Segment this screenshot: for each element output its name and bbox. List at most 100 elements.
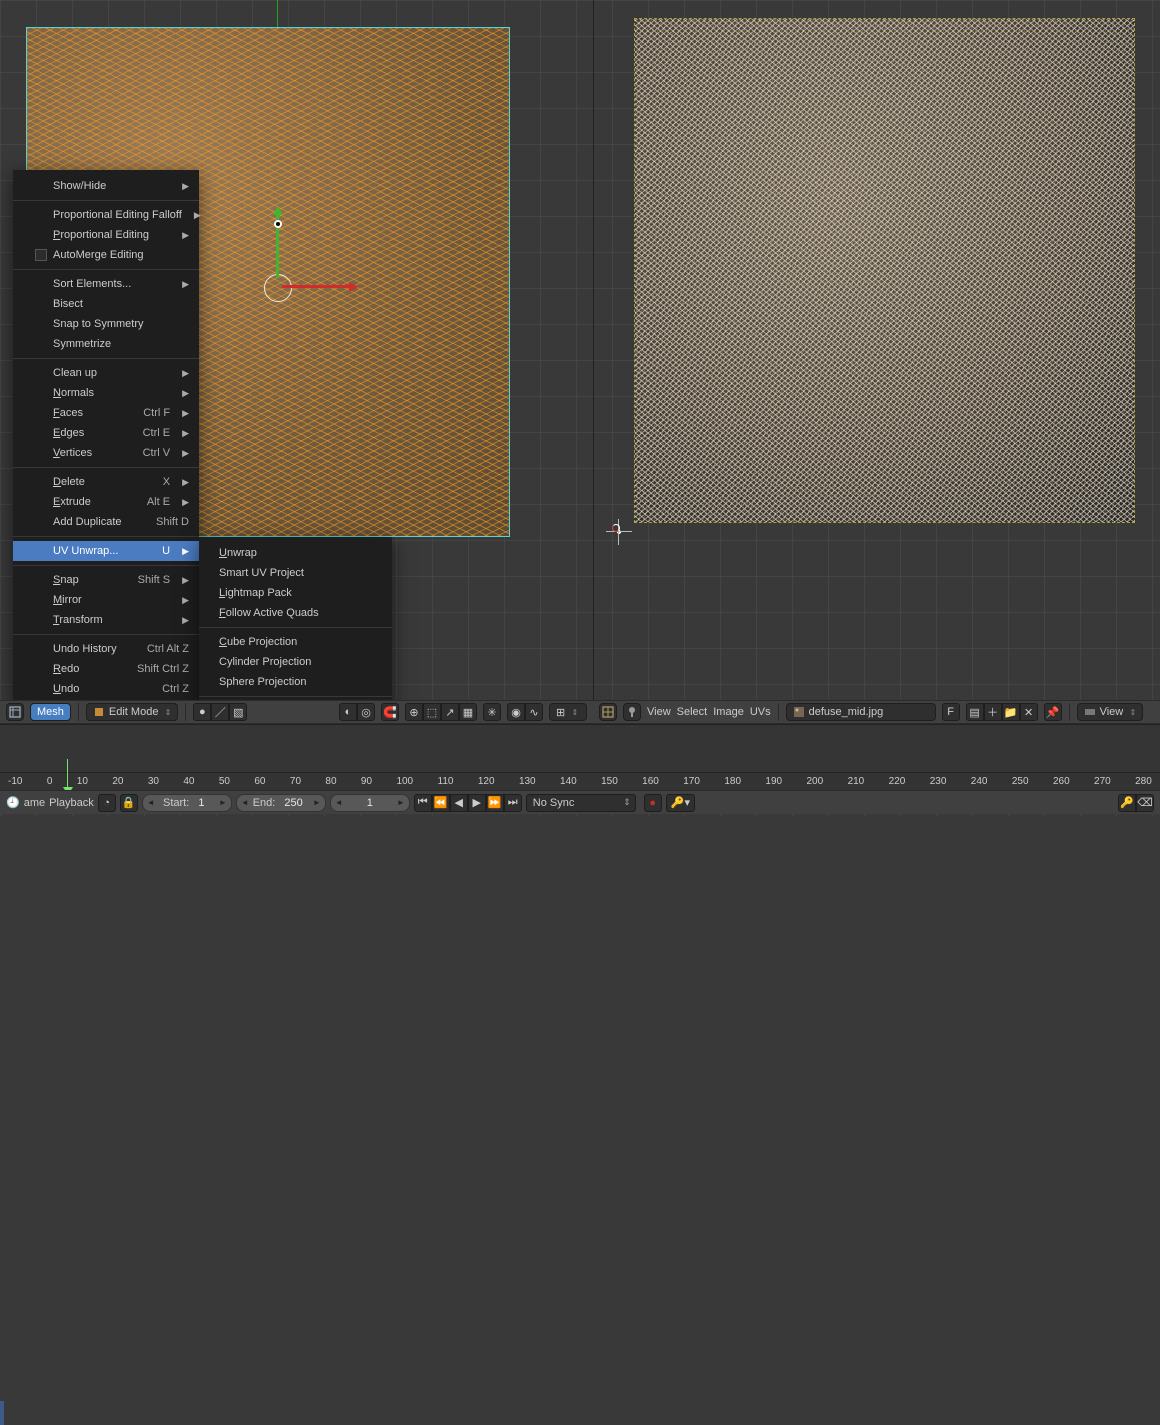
layers-dropdown[interactable]: ⊞ ⇕: [549, 703, 587, 721]
menu-item[interactable]: Normals▶: [13, 383, 199, 403]
manipulator-icon[interactable]: ↗: [441, 703, 459, 721]
end-frame-field[interactable]: ◄End: 250►: [236, 794, 326, 812]
new-image-icon[interactable]: ＋: [984, 703, 1002, 721]
view-menu[interactable]: View: [647, 706, 671, 718]
menu-item[interactable]: Cube Projection: [199, 632, 392, 652]
menu-item[interactable]: AutoMerge Editing: [13, 245, 199, 265]
menu-item[interactable]: Add DuplicateShift D: [13, 512, 199, 532]
menu-item[interactable]: UV Unwrap...U▶: [13, 541, 199, 561]
select-menu[interactable]: Select: [677, 706, 708, 718]
menu-item[interactable]: DeleteX▶: [13, 472, 199, 492]
menu-item[interactable]: Proportional Editing▶: [13, 225, 199, 245]
uv-image-wireframe[interactable]: [635, 19, 1134, 522]
face-select-icon[interactable]: ▧: [229, 703, 247, 721]
playback-menu[interactable]: Playback: [49, 797, 94, 809]
mesh-context-menu[interactable]: Show/Hide▶ Proportional Editing Falloff▶P…: [13, 170, 199, 705]
pin-image-icon[interactable]: 📌: [1044, 703, 1062, 721]
keying-set-icon[interactable]: 🔑▾: [666, 794, 695, 812]
mesh-menu-button[interactable]: Mesh: [30, 703, 71, 721]
menu-item[interactable]: UndoCtrl Z: [13, 679, 199, 699]
menu-item[interactable]: Smart UV Project: [199, 563, 392, 583]
orientation-icon[interactable]: ⬚: [423, 703, 441, 721]
snap-icon[interactable]: 🧲: [381, 703, 399, 721]
menu-item[interactable]: Lightmap Pack: [199, 583, 392, 603]
menu-item[interactable]: Clean up▶: [13, 363, 199, 383]
options-icon[interactable]: ✳: [483, 703, 501, 721]
marker-icon[interactable]: ◔: [98, 794, 116, 812]
menu-item[interactable]: SnapShift S▶: [13, 570, 199, 590]
delete-key-icon[interactable]: ⌫: [1136, 794, 1154, 812]
overlay-icon[interactable]: ◎: [357, 703, 375, 721]
editor-type-icon[interactable]: [6, 703, 24, 721]
prop-edit-buttons[interactable]: ◉ ∿: [507, 703, 543, 721]
editor-type-icon[interactable]: [599, 703, 617, 721]
open-image-icon[interactable]: 📁: [1002, 703, 1020, 721]
menu-item[interactable]: VerticesCtrl V▶: [13, 443, 199, 463]
jump-start-icon[interactable]: ⏮: [414, 794, 432, 812]
gizmo-circle[interactable]: [264, 274, 292, 302]
play-reverse-icon[interactable]: ◀: [450, 794, 468, 812]
menu-item[interactable]: Unwrap: [199, 543, 392, 563]
playhead-icon[interactable]: [67, 759, 68, 791]
editor-type-icon[interactable]: 🕘: [6, 794, 20, 812]
pin-icon[interactable]: [623, 703, 641, 721]
proportional-icon[interactable]: ◉: [507, 703, 525, 721]
viewport-toggles[interactable]: ◐ ◎: [339, 703, 375, 721]
menu-item[interactable]: Transform▶: [13, 610, 199, 630]
uvs-menu[interactable]: UVs: [750, 706, 771, 718]
unlink-image-icon[interactable]: ✕: [1020, 703, 1038, 721]
pivot-icon[interactable]: ⊕: [405, 703, 423, 721]
pivot-buttons[interactable]: ⊕ ⬚ ↗ ▦: [405, 703, 477, 721]
menu-item[interactable]: Cylinder Projection: [199, 652, 392, 672]
2d-cursor-icon[interactable]: [606, 519, 632, 545]
image-action-buttons[interactable]: ▤ ＋ 📁 ✕: [966, 703, 1038, 721]
auto-keyframe-icon[interactable]: ●: [644, 794, 662, 812]
menu-item[interactable]: Sphere Projection: [199, 672, 392, 692]
image-menu[interactable]: Image: [713, 706, 744, 718]
menu-item[interactable]: Mirror▶: [13, 590, 199, 610]
current-frame-field[interactable]: ◄1►: [330, 794, 410, 812]
timeline-area[interactable]: [0, 724, 1160, 772]
menu-item[interactable]: FacesCtrl F▶: [13, 403, 199, 423]
uv-editor-header[interactable]: View Select Image UVs defuse_mid.jpg F ▤…: [593, 700, 1160, 724]
jump-end-icon[interactable]: ⏭: [504, 794, 522, 812]
menu-item[interactable]: Bisect: [13, 294, 199, 314]
menu-item[interactable]: RedoShift Ctrl Z: [13, 659, 199, 679]
lock-icon[interactable]: 🔒: [120, 794, 138, 812]
menu-item[interactable]: EdgesCtrl E▶: [13, 423, 199, 443]
playback-controls[interactable]: ⏮ ⏪ ◀ ▶ ⏩ ⏭: [414, 794, 522, 812]
menu-item[interactable]: Show/Hide▶: [13, 176, 199, 196]
play-icon[interactable]: ▶: [468, 794, 486, 812]
menu-item[interactable]: Snap to Symmetry: [13, 314, 199, 334]
timeline-header[interactable]: 🕘 ame Playback ◔ 🔒 ◄Start: 1► ◄End: 250►…: [0, 790, 1160, 814]
frame-menu[interactable]: ame: [24, 797, 45, 809]
vertex-select-icon[interactable]: ●: [193, 703, 211, 721]
view-mode-dropdown[interactable]: View ⇕: [1077, 703, 1144, 721]
select-mode-buttons[interactable]: ● ／ ▧: [193, 703, 247, 721]
keyframe-prev-icon[interactable]: ⏪: [432, 794, 450, 812]
sync-mode-dropdown[interactable]: No Sync: [526, 794, 636, 812]
key-insert-buttons[interactable]: 🔑 ⌫: [1118, 794, 1154, 812]
falloff-icon[interactable]: ∿: [525, 703, 543, 721]
gizmo-x-axis[interactable]: [282, 285, 352, 288]
menu-item[interactable]: Proportional Editing Falloff▶: [13, 205, 199, 225]
menu-item[interactable]: Sort Elements...▶: [13, 274, 199, 294]
3d-viewport-header[interactable]: Mesh Edit Mode ⇕ ● ／ ▧ ◐ ◎ 🧲 ⊕ ⬚ ↗ ▦ ✳ ◉…: [0, 700, 593, 724]
shading-icon[interactable]: ◐: [339, 703, 357, 721]
menu-item[interactable]: Undo HistoryCtrl Alt Z: [13, 639, 199, 659]
mode-dropdown[interactable]: Edit Mode ⇕: [86, 703, 178, 721]
checkbox-icon[interactable]: [35, 249, 47, 261]
layer-icon[interactable]: ▦: [459, 703, 477, 721]
transform-gizmo[interactable]: [268, 278, 288, 298]
image-selector[interactable]: defuse_mid.jpg: [786, 703, 936, 721]
menu-item[interactable]: Follow Active Quads: [199, 603, 392, 623]
edge-select-icon[interactable]: ／: [211, 703, 229, 721]
insert-key-icon[interactable]: 🔑: [1118, 794, 1136, 812]
keyframe-next-icon[interactable]: ⏩: [486, 794, 504, 812]
menu-item[interactable]: ExtrudeAlt E▶: [13, 492, 199, 512]
start-frame-field[interactable]: ◄Start: 1►: [142, 794, 232, 812]
browse-image-icon[interactable]: ▤: [966, 703, 984, 721]
menu-item[interactable]: Symmetrize: [13, 334, 199, 354]
fake-user-button[interactable]: F: [942, 703, 960, 721]
timeline-ruler[interactable]: -100102030405060708090100110120130140150…: [0, 772, 1160, 790]
